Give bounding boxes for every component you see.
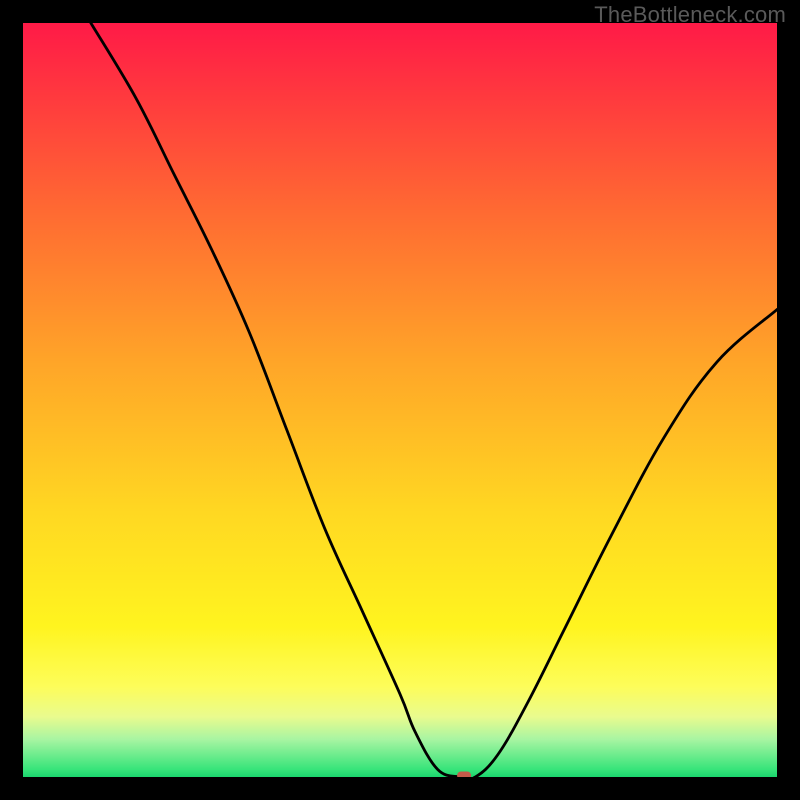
- chart-frame: TheBottleneck.com: [0, 0, 800, 800]
- curve-svg: [23, 23, 777, 777]
- minimum-marker: [457, 771, 471, 777]
- plot-area: [23, 23, 777, 777]
- bottleneck-curve: [91, 23, 777, 777]
